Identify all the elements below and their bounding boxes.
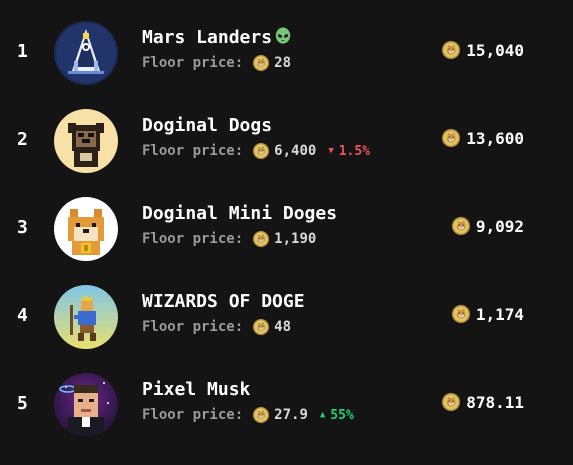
collection-name: Pixel Musk bbox=[142, 379, 251, 400]
rank-number: 2 bbox=[17, 129, 28, 150]
collection-row-mars-landers[interactable]: 1 Mars Landers Floor price: 28 15,040 bbox=[0, 17, 573, 89]
collection-ranking-list: 1 Mars Landers Floor price: 28 15,040 2 … bbox=[0, 0, 573, 465]
doge-coin-icon bbox=[442, 393, 460, 411]
floor-price-label: Floor price: bbox=[142, 407, 244, 423]
doginal-mini-doges-avatar bbox=[54, 197, 118, 261]
pixel-musk-avatar bbox=[54, 373, 118, 437]
doge-coin-icon bbox=[253, 143, 269, 159]
floor-price-value: 1,190 bbox=[274, 231, 317, 247]
wizards-of-doge-avatar bbox=[54, 285, 118, 349]
volume: 13,600 bbox=[442, 127, 524, 149]
volume-value: 1,174 bbox=[475, 304, 524, 324]
rank-number: 5 bbox=[17, 393, 28, 414]
collection-name: Mars Landers bbox=[142, 27, 292, 49]
volume-value: 9,092 bbox=[475, 216, 524, 236]
mars-landers-avatar bbox=[54, 21, 118, 85]
doginal-dogs-avatar bbox=[54, 109, 118, 173]
volume: 1,174 bbox=[452, 303, 524, 325]
floor-price: Floor price: 6,400 ▼ 1.5% bbox=[142, 142, 370, 160]
collection-row-wizards-of-doge[interactable]: 4 WIZARDS OF DOGE Floor price: 48 1,174 bbox=[0, 281, 573, 353]
price-change-down: ▼ 1.5% bbox=[328, 144, 370, 159]
rank-number: 1 bbox=[17, 41, 28, 62]
doge-coin-icon bbox=[253, 407, 269, 423]
doge-coin-icon bbox=[253, 319, 269, 335]
caret-down-icon: ▼ bbox=[328, 146, 334, 156]
collection-name-text: Mars Landers bbox=[142, 27, 273, 48]
floor-price: Floor price: 48 bbox=[142, 318, 291, 336]
alien-emoji-icon bbox=[275, 27, 291, 44]
price-change-value: 1.5% bbox=[338, 143, 371, 159]
floor-price-value: 48 bbox=[274, 319, 292, 335]
price-change-value: 55% bbox=[330, 407, 354, 423]
floor-price: Floor price: 27.9 ▲ 55% bbox=[142, 406, 354, 424]
doge-coin-icon bbox=[253, 55, 269, 71]
floor-price-value: 6,400 bbox=[274, 143, 317, 159]
collection-row-doginal-dogs[interactable]: 2 Doginal Dogs Floor price: 6,400 ▼ 1.5%… bbox=[0, 105, 573, 177]
floor-price: Floor price: 28 bbox=[142, 54, 291, 72]
price-change-up: ▲ 55% bbox=[320, 408, 354, 423]
collection-row-doginal-mini-doges[interactable]: 3 Doginal Mini Doges Floor price: 1,190 bbox=[0, 193, 573, 265]
doge-coin-icon bbox=[253, 231, 269, 247]
volume-value: 15,040 bbox=[466, 40, 524, 60]
collection-row-pixel-musk[interactable]: 5 Pixel Musk Floor price: 27.9 ▲ 55% 878… bbox=[0, 369, 573, 441]
volume: 15,040 bbox=[442, 39, 524, 61]
volume-value: 878.11 bbox=[466, 392, 524, 412]
floor-price-value: 27.9 bbox=[274, 407, 308, 423]
doge-coin-icon bbox=[452, 305, 470, 323]
volume: 9,092 bbox=[452, 215, 524, 237]
floor-price-label: Floor price: bbox=[142, 231, 244, 247]
volume: 878.11 bbox=[442, 391, 524, 413]
floor-price: Floor price: 1,190 bbox=[142, 230, 316, 248]
doge-coin-icon bbox=[442, 129, 460, 147]
floor-price-label: Floor price: bbox=[142, 143, 244, 159]
rank-number: 4 bbox=[17, 305, 28, 326]
doge-coin-icon bbox=[452, 217, 470, 235]
volume-value: 13,600 bbox=[466, 128, 524, 148]
floor-price-label: Floor price: bbox=[142, 55, 244, 71]
collection-name: WIZARDS OF DOGE bbox=[142, 291, 305, 312]
caret-up-icon: ▲ bbox=[319, 410, 326, 420]
floor-price-value: 28 bbox=[274, 55, 292, 71]
floor-price-label: Floor price: bbox=[142, 319, 244, 335]
rank-number: 3 bbox=[17, 217, 28, 238]
collection-name: Doginal Dogs bbox=[142, 115, 273, 136]
doge-coin-icon bbox=[442, 41, 460, 59]
collection-name: Doginal Mini Doges bbox=[142, 203, 338, 224]
